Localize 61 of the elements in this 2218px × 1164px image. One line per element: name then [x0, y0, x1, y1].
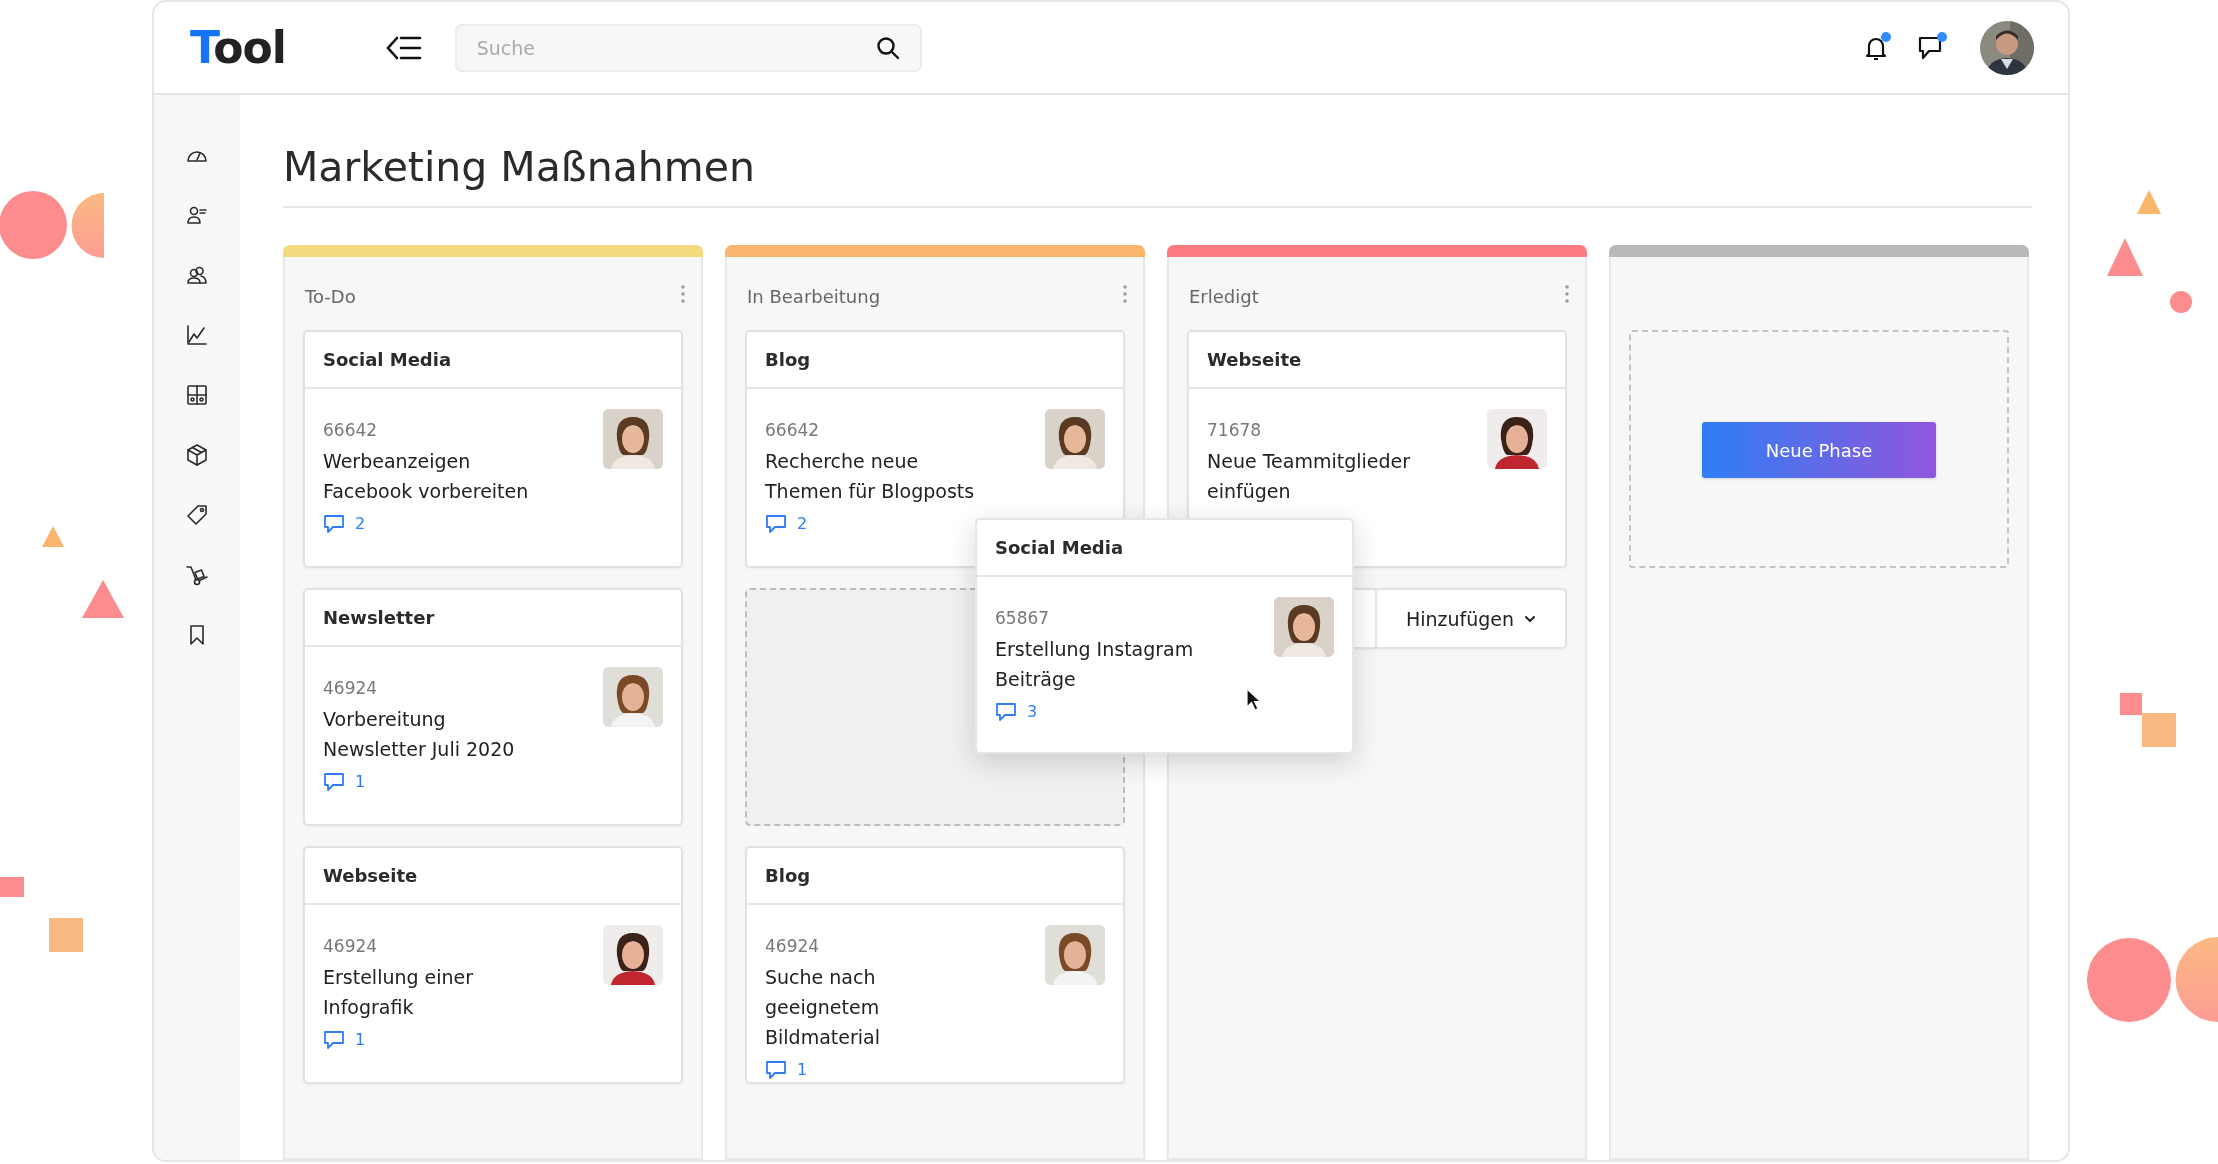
comment-count: 2: [797, 512, 808, 535]
card-id: 46924: [765, 935, 821, 959]
comment-count: 3: [1027, 700, 1038, 723]
card-title: Erstellung Instagram Beiträge: [995, 636, 1195, 692]
card-category: Blog: [765, 348, 811, 373]
menu-collapse-icon[interactable]: [385, 34, 422, 61]
task-card[interactable]: Social Media 65867 Erstellung Instagram Beiträge 3: [975, 518, 1354, 755]
comment-icon: [323, 513, 345, 534]
comment-icon: [995, 701, 1017, 722]
card-id: 46924: [323, 935, 379, 959]
columns-icon[interactable]: [185, 383, 209, 407]
task-card[interactable]: Social Media 66642 Werbeanzeigen Facebook vorbereiten 2: [303, 330, 683, 569]
search-icon[interactable]: [875, 35, 900, 60]
comment-count: 1: [797, 1058, 808, 1081]
comment-count: 2: [355, 512, 366, 535]
card-title: Werbeanzeigen Facebook vorbereiten: [323, 448, 530, 504]
card-category: Webseite: [1207, 348, 1302, 373]
new-phase-button[interactable]: Neue Phase: [1702, 422, 1936, 479]
task-card[interactable]: Webseite 46924 Erstellung einer Infografik 1: [303, 846, 683, 1085]
hand-truck-icon[interactable]: [185, 563, 209, 587]
card-category: Webseite: [323, 864, 418, 889]
tag-icon[interactable]: [185, 503, 209, 527]
task-card[interactable]: Blog 46924 Suche nach geeignetem Bildmaterial 1: [745, 846, 1125, 1085]
comment-icon: [765, 1059, 787, 1080]
card-id: 66642: [323, 419, 379, 443]
card-title: Vorbereitung Newsletter Juli 2020: [323, 706, 516, 762]
column-title: To-Do: [305, 285, 356, 310]
card-id: 66642: [765, 419, 821, 443]
card-category: Blog: [765, 864, 811, 889]
comment-icon: [765, 513, 787, 534]
search-field[interactable]: Suche: [454, 23, 922, 72]
logo[interactable]: Tool: [190, 25, 286, 70]
chat-icon[interactable]: [1916, 34, 1944, 61]
card-id: 65867: [995, 607, 1051, 631]
task-card[interactable]: Webseite 71678 Neue Teammitglieder einfügen: [1187, 330, 1567, 569]
card-title: Neue Teammitglieder einfügen: [1207, 448, 1411, 504]
column-title: In Bearbeitung: [747, 285, 881, 310]
card-id: 71678: [1207, 419, 1263, 443]
card-category: Newsletter: [323, 606, 435, 631]
more-icon[interactable]: [1123, 284, 1127, 303]
add-dropdown-button[interactable]: Hinzufügen: [1377, 590, 1565, 648]
comment-icon: [323, 1029, 345, 1050]
card-category: Social Media: [995, 536, 1124, 561]
comment-icon: [323, 771, 345, 792]
more-icon[interactable]: [1565, 284, 1569, 303]
more-icon[interactable]: [681, 284, 685, 303]
card-title: Recherche neue Themen für Blogposts: [765, 448, 976, 504]
chevron-down-icon: [1524, 614, 1537, 623]
card-title: Suche nach geeignetem Bildmaterial: [765, 964, 881, 1050]
column-title: Erledigt: [1189, 285, 1259, 310]
line-chart-icon[interactable]: [185, 323, 209, 347]
card-id: 46924: [323, 677, 379, 701]
page-title: Marketing Maßnahmen: [283, 141, 2032, 209]
avatar[interactable]: [1980, 20, 2034, 75]
comment-count: 1: [355, 1028, 366, 1051]
card-title: Erstellung einer Infografik: [323, 964, 475, 1020]
box-icon[interactable]: [185, 443, 209, 467]
comment-count: 1: [355, 770, 366, 793]
task-card[interactable]: Newsletter 46924 Vorbereitung Newsletter Juli 2020 1: [303, 588, 683, 827]
cursor-icon: [1246, 688, 1262, 713]
card-category: Social Media: [323, 348, 452, 373]
